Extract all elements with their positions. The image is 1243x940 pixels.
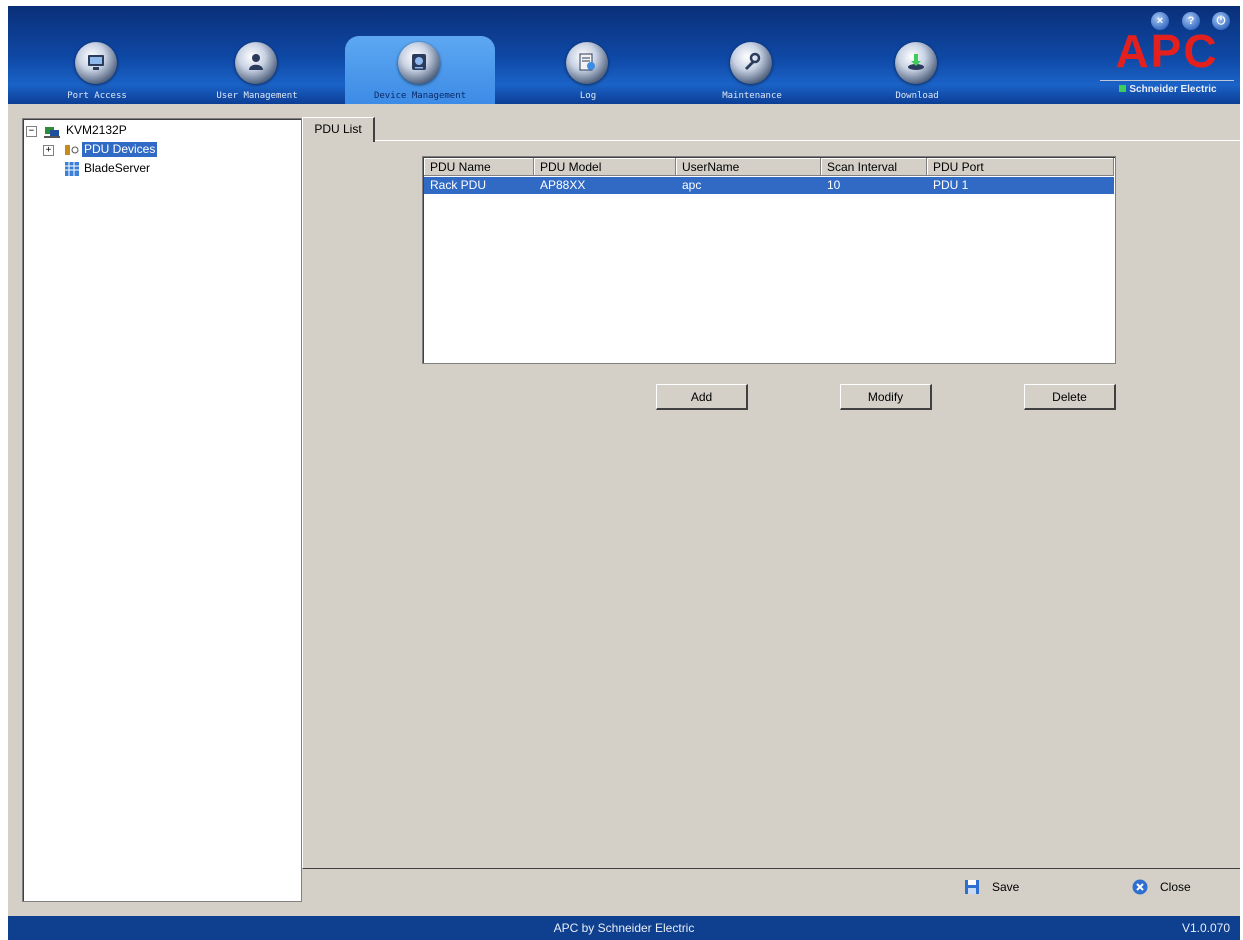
user-management-icon [235,42,277,84]
device-tree[interactable]: − KVM2132P + PDU Devices BladeServer [22,118,302,902]
schneider-leaf-icon [1119,85,1127,92]
cell-scan-interval: 10 [827,178,841,192]
close-button[interactable]: Close [1132,876,1202,898]
delete-button[interactable]: Delete [1024,384,1116,410]
column-header-pdu-model[interactable]: PDU Model [534,158,676,176]
tab-download[interactable]: Download [842,36,992,104]
log-icon [566,42,608,84]
cell-pdu-port: PDU 1 [933,178,969,192]
top-navigation-bar: Port Access User Management Device Manag… [8,6,1240,104]
port-access-icon [75,42,117,84]
pdu-list-table[interactable]: PDU Name PDU Model UserName Scan Interva… [422,156,1116,364]
expand-toggle[interactable]: + [43,145,54,156]
tab-label: Port Access [67,91,127,101]
tab-label: Device Management [373,91,467,101]
tab-maintenance[interactable]: Maintenance [677,36,827,104]
add-button[interactable]: Add [656,384,748,410]
save-button[interactable]: Save [964,876,1034,898]
tab-label: Maintenance [722,91,782,101]
cell-pdu-name: Rack PDU [430,178,487,192]
status-bar: APC by Schneider Electric V1.0.070 [8,916,1240,940]
company-name: Schneider Electric [1098,84,1238,95]
logo-divider [1100,80,1234,81]
app-window: Port Access User Management Device Manag… [8,6,1240,940]
maintenance-icon [730,42,772,84]
table-row[interactable]: Rack PDU AP88XX apc 10 PDU 1 [424,177,1114,194]
column-header-pdu-name[interactable]: PDU Name [424,158,534,176]
tab-pdu-list[interactable]: PDU List [302,117,375,142]
tab-label: Log [579,91,597,101]
table-header: PDU Name PDU Model UserName Scan Interva… [424,158,1114,176]
tree-item-label: PDU Devices [82,142,158,157]
modify-button[interactable]: Modify [840,384,932,410]
kvm-switch-icon [44,127,60,138]
tab-device-management[interactable]: Device Management [345,36,495,104]
status-vendor: APC by Schneider Electric [553,921,695,935]
device-management-icon [398,42,440,84]
apc-logo: APC Schneider Electric [1098,24,1238,98]
tab-user-management[interactable]: User Management [182,36,332,104]
pdu-device-icon [65,145,79,155]
close-label: Close [1160,880,1191,894]
collapse-toggle[interactable]: − [26,126,37,137]
tab-log[interactable]: Log [513,36,663,104]
version-label: V1.0.070 [1181,921,1230,935]
tree-item-label: BladeServer [84,161,151,175]
column-header-scan-interval[interactable]: Scan Interval [821,158,927,176]
logo-text: APC [1115,25,1219,77]
save-label: Save [992,880,1020,894]
tab-port-access[interactable]: Port Access [22,36,172,104]
cell-pdu-model: AP88XX [540,178,586,192]
tree-item-label: KVM2132P [66,123,127,137]
close-icon [1132,879,1148,895]
download-icon [895,42,937,84]
tab-label: Download [895,91,939,101]
save-icon [965,880,979,894]
tab-label: User Management [216,91,298,101]
column-header-username[interactable]: UserName [676,158,821,176]
blade-server-icon [65,162,79,176]
cell-username: apc [682,178,702,192]
column-header-pdu-port[interactable]: PDU Port [927,158,1114,176]
company-name-text: Schneider Electric [1129,84,1217,95]
